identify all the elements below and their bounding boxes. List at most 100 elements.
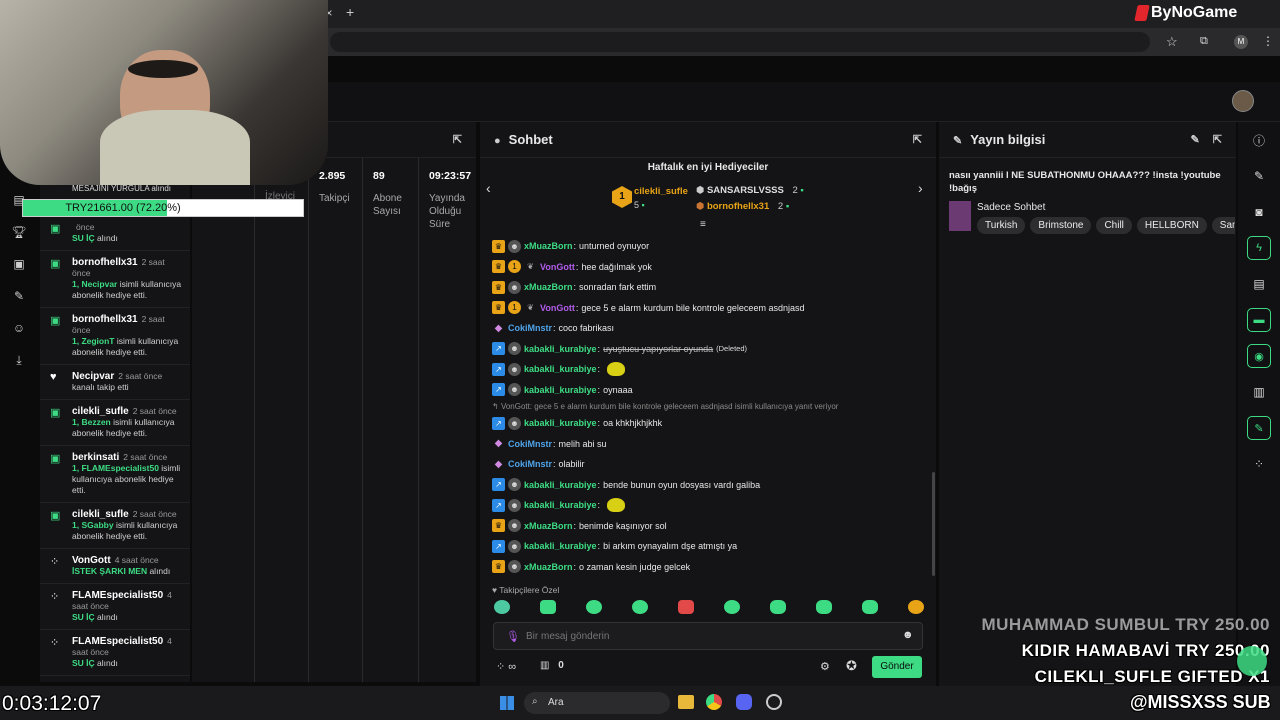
activity-item[interactable]: ⁘ FLAMEspecialist50 4 saat önce SU İÇ alınd… <box>40 584 190 630</box>
settings-gear-icon[interactable]: ⚙ <box>820 660 830 673</box>
chat-username[interactable]: kabakli_kurabiye <box>524 418 597 428</box>
chat-message[interactable]: ◆ CokiMnstr: olabilir <box>480 454 936 475</box>
chat-username[interactable]: CokiMnstr <box>508 439 552 449</box>
chat-input-box[interactable]: 🎙︎ ☻ <box>493 622 923 650</box>
popout-icon[interactable]: ⇱ <box>453 133 462 146</box>
chat-message[interactable]: ↗ ☻ kabakli_kurabiye: oynaaa <box>480 380 936 401</box>
top-gifter-1[interactable]: cilekli_sufle 5 ▪ <box>634 186 688 210</box>
chat-message[interactable]: ♛ ☻ xMuazBorn: o zaman kesin judge gelcek <box>480 557 936 578</box>
emoji-icon[interactable]: ☻ <box>902 629 914 641</box>
edit-icon[interactable]: ✎ <box>1191 134 1200 146</box>
activity-item[interactable]: ▣ önce SU İÇ alındı <box>40 216 190 251</box>
taskbar-search[interactable]: ⌕ Ara <box>524 692 670 714</box>
chat-username[interactable]: kabakli_kurabiye <box>524 541 597 551</box>
tag-chip[interactable]: Chill <box>1096 217 1132 234</box>
chat-message[interactable]: ↗ ☻ kabakli_kurabiye: oa khkhjkhjkhk <box>480 413 936 434</box>
activity-item[interactable]: ⁘ FLAMEspecialist50 4 saat önce SU İÇ alınd… <box>40 630 190 676</box>
activity-item[interactable]: ▣ bornofhellx31 2 saat önce 1, ZegionT isim… <box>40 308 190 365</box>
broadcast-icon[interactable]: ◉ <box>1238 338 1280 374</box>
chat-message[interactable]: ↗ ☻ kabakli_kurabiye: uyuştucu yapıyorlar o… <box>480 339 936 360</box>
chat-message[interactable]: ◆ CokiMnstr: melih abi su <box>480 434 936 455</box>
gifters-prev-icon[interactable]: ‹ <box>486 180 491 196</box>
bookmark-star-icon[interactable]: ☆ <box>1166 34 1178 50</box>
tag-chip[interactable]: Samimi <box>1211 217 1235 234</box>
chat-scrollbar[interactable] <box>932 472 935 576</box>
activity-item[interactable]: ▣ bornofhellx31 2 saat önce 1, Necipvar isi… <box>40 251 190 308</box>
file-explorer-icon[interactable] <box>678 695 694 709</box>
trophy-icon[interactable]: 🏆︎ <box>0 216 38 248</box>
wrench-icon[interactable]: ✎ <box>1238 410 1280 446</box>
tag-chip[interactable]: HELLBORN <box>1136 217 1207 234</box>
mod-icon[interactable]: ✪ <box>846 658 857 674</box>
category-name[interactable]: Sadece Sohbet <box>977 202 1045 213</box>
media-icon[interactable]: ▣ <box>0 248 38 280</box>
popout-icon[interactable]: ⇱ <box>1213 134 1222 146</box>
download-icon[interactable]: ⤓ <box>0 344 38 376</box>
app-icon[interactable] <box>766 694 782 710</box>
chat-message[interactable]: ♛ 1 ❦ VonGott: hee dağılmak yok <box>480 257 936 278</box>
tag-chip[interactable]: Turkish <box>977 217 1026 234</box>
users-icon[interactable]: ☺ <box>0 312 38 344</box>
chat-username[interactable]: kabakli_kurabiye <box>524 344 597 354</box>
wrench-icon[interactable]: ✎ <box>0 280 38 312</box>
chat-message[interactable]: ↗ ☻ kabakli_kurabiye: bi arkım oynayalım dş… <box>480 536 936 557</box>
gifters-next-icon[interactable]: › <box>918 180 923 196</box>
edit-icon[interactable]: ✎ <box>1238 158 1280 194</box>
browser-menu-icon[interactable]: ⋮ <box>1262 34 1274 48</box>
printer-icon[interactable]: ▥ <box>1238 374 1280 410</box>
info-icon[interactable]: ⓘ <box>1238 122 1280 158</box>
chat-username[interactable]: CokiMnstr <box>508 459 552 469</box>
tag-chip[interactable]: Brimstone <box>1030 217 1092 234</box>
chat-bubble-icon[interactable]: ▬ <box>1238 302 1280 338</box>
discord-icon[interactable] <box>736 694 752 710</box>
chat-username[interactable]: VonGott <box>540 262 575 272</box>
activity-item[interactable]: ♥ Necipvar 2 saat önce kanalı takip etti <box>40 365 190 400</box>
chat-username[interactable]: VonGott <box>540 303 575 313</box>
chat-username[interactable]: xMuazBorn <box>524 282 573 292</box>
chat-message[interactable]: ♛ 1 ❦ VonGott: gece 5 e alarm kurdum bile ko… <box>480 298 936 319</box>
chat-username[interactable]: kabakli_kurabiye <box>524 500 597 510</box>
chat-username[interactable]: xMuazBorn <box>524 562 573 572</box>
user-avatar[interactable] <box>1232 90 1254 112</box>
chat-username[interactable]: kabakli_kurabiye <box>524 480 597 490</box>
new-tab-icon[interactable]: + <box>346 4 360 20</box>
send-button[interactable]: Gönder <box>872 656 922 678</box>
channel-points[interactable]: ⁘ ∞ <box>496 660 516 673</box>
microphone-icon[interactable]: 🎙︎ <box>506 630 520 643</box>
chat-message[interactable]: ◆ CokiMnstr: coco fabrikası <box>480 318 936 339</box>
lightning-icon[interactable]: ϟ <box>1238 230 1280 266</box>
chat-message-input[interactable] <box>526 627 886 645</box>
diamond-badge-icon: ◆ <box>494 458 503 470</box>
collapse-icon[interactable]: ≡ <box>700 219 706 230</box>
activity-item[interactable]: ▣ cilekli_sufle 2 saat önce 1, SGabby isiml… <box>40 503 190 549</box>
chat-message[interactable]: ↗ ☻ kabakli_kurabiye: <box>480 359 936 380</box>
chest-counter[interactable]: ▥ 0 <box>540 660 564 671</box>
points-icon[interactable]: ⁘ <box>1238 446 1280 482</box>
chat-username[interactable]: CokiMnstr <box>508 323 552 333</box>
chat-username[interactable]: kabakli_kurabiye <box>524 385 597 395</box>
document-icon[interactable]: ▤ <box>1238 266 1280 302</box>
chat-username[interactable]: kabakli_kurabiye <box>524 364 597 374</box>
chat-username[interactable]: xMuazBorn <box>524 241 573 251</box>
chat-message[interactable]: ♛ ☻ xMuazBorn: sonradan fark ettim <box>480 277 936 298</box>
extensions-icon[interactable]: ⧉ <box>1200 35 1208 48</box>
chat-message[interactable]: ♛ ☻ xMuazBorn: unturned oynuyor <box>480 236 936 257</box>
chat-username[interactable]: xMuazBorn <box>524 521 573 531</box>
chat-message[interactable]: ↗ ☻ kabakli_kurabiye: <box>480 495 936 516</box>
chrome-icon[interactable] <box>706 694 722 710</box>
activity-item[interactable]: ▣ cilekli_sufle 2 saat önce 1, Bezzen isiml… <box>40 400 190 446</box>
top-gifter-3[interactable]: ⬢ bornofhellx31 2 ▪ <box>696 201 789 212</box>
top-gifter-2[interactable]: ⬢ SANSARSLVSSS 2 ▪ <box>696 185 804 196</box>
camera-icon[interactable]: ◙ <box>1238 194 1280 230</box>
popout-icon[interactable]: ⇱ <box>913 133 922 146</box>
profile-avatar[interactable]: M <box>1234 35 1248 49</box>
category-thumbnail[interactable] <box>949 201 971 231</box>
windows-start-icon[interactable] <box>500 696 514 710</box>
url-field[interactable] <box>330 32 1150 52</box>
chat-message[interactable]: ♛ ☻ xMuazBorn: benimde kaşınıyor sol <box>480 516 936 537</box>
activity-item[interactable]: ⁘ VonGott 4 saat önce İSTEK ŞARKI MEN alınd… <box>40 549 190 584</box>
emote-bar[interactable] <box>494 600 924 614</box>
activity-item[interactable]: ▣ berkinsati 2 saat önce 1, FLAMEspecialist… <box>40 446 190 503</box>
chat-message[interactable]: ↗ ☻ kabakli_kurabiye: bende bunun oyun dosy… <box>480 475 936 496</box>
deleted-label: (Deleted) <box>716 344 747 354</box>
